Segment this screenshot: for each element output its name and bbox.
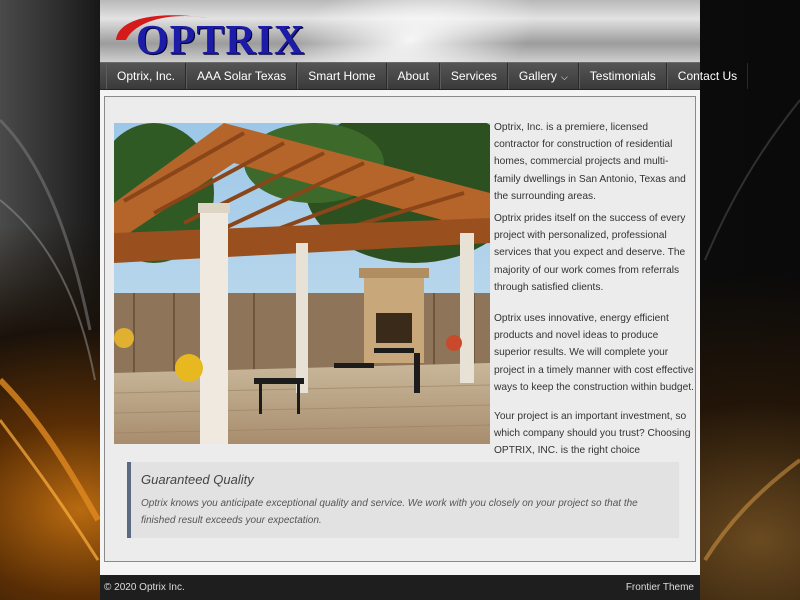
- intro-paragraph: Optrix uses innovative, energy efficient…: [494, 313, 694, 393]
- callout-title: Guaranteed Quality: [141, 472, 254, 487]
- copyright-text: © 2020 Optrix Inc.: [104, 582, 185, 593]
- nav-item-contact-us[interactable]: Contact Us: [666, 63, 749, 89]
- nav-item-label: Contact Us: [677, 69, 738, 83]
- nav-item-label: Smart Home: [308, 69, 376, 83]
- chevron-down-icon: ⌵: [560, 72, 568, 82]
- intro-text: Optrix, Inc. is a premiere, licensed con…: [494, 119, 694, 465]
- nav-item-testimonials[interactable]: Testimonials: [578, 63, 667, 89]
- site-logo[interactable]: OPTRIX: [112, 6, 312, 62]
- nav-item-label: AAA Solar Texas: [197, 69, 287, 83]
- theme-credit-link[interactable]: Frontier Theme: [626, 582, 694, 593]
- nav-item-gallery[interactable]: Gallery ⌵: [507, 63, 579, 89]
- nav-item-label: Gallery: [518, 69, 557, 83]
- nav-item-aaa-solar-texas[interactable]: AAA Solar Texas: [186, 63, 298, 89]
- guaranteed-quality-callout: Guaranteed Quality Optrix knows you anti…: [127, 462, 679, 538]
- pergola-patio-photo: [114, 123, 490, 444]
- nav-item-label: Services: [450, 69, 497, 83]
- site-header: OPTRIX: [100, 0, 700, 62]
- content-area: Optrix, Inc. is a premiere, licensed con…: [104, 96, 696, 562]
- site-container: OPTRIX Optrix, Inc. AAA Solar Texas Smar…: [100, 0, 749, 600]
- nav-item-optrix[interactable]: Optrix, Inc.: [106, 63, 187, 89]
- nav-item-about[interactable]: About: [386, 63, 440, 89]
- main-navigation: Optrix, Inc. AAA Solar Texas Smart Home …: [100, 62, 749, 90]
- nav-item-label: Testimonials: [589, 69, 656, 83]
- nav-item-label: Optrix, Inc.: [117, 69, 176, 83]
- intro-paragraph: Optrix prides itself on the success of e…: [494, 213, 686, 293]
- intro-paragraph: Optrix, Inc. is a premiere, licensed con…: [494, 122, 686, 202]
- nav-item-label: About: [397, 69, 429, 83]
- nav-item-smart-home[interactable]: Smart Home: [297, 63, 387, 89]
- intro-paragraph: Your project is an important investment,…: [494, 411, 691, 457]
- logo-text: OPTRIX: [136, 18, 306, 62]
- nav-item-services[interactable]: Services: [439, 63, 508, 89]
- callout-body: Optrix knows you anticipate exceptional …: [141, 498, 638, 526]
- site-footer: © 2020 Optrix Inc. Frontier Theme: [100, 575, 700, 600]
